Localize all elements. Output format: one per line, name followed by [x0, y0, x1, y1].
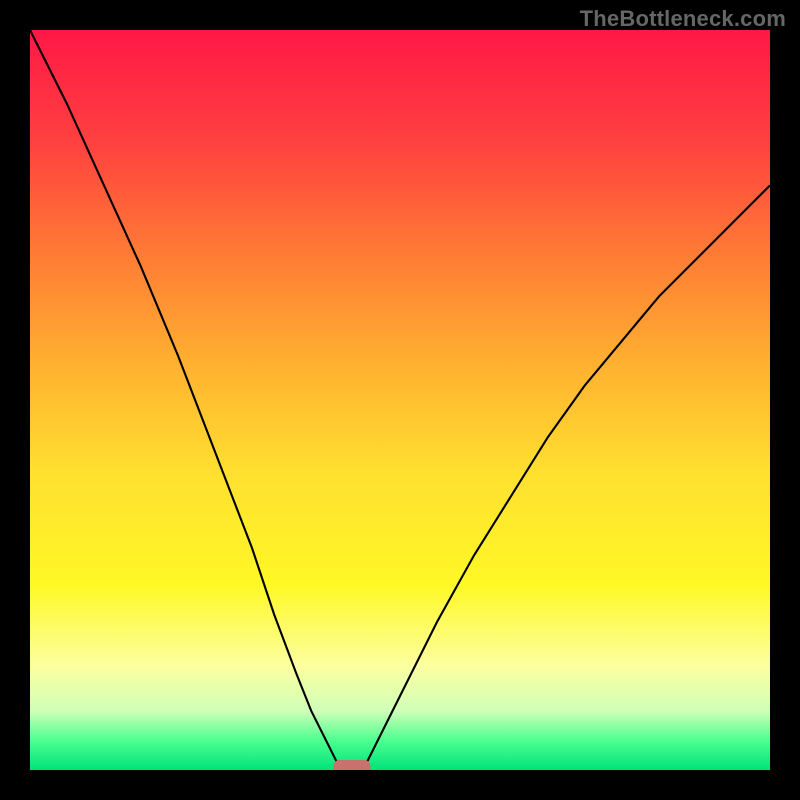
chart-frame: TheBottleneck.com	[0, 0, 800, 800]
curve-right-branch	[363, 185, 770, 770]
plot-area	[30, 30, 770, 770]
curve-left-branch	[30, 30, 341, 770]
curve-layer	[30, 30, 770, 770]
watermark-text: TheBottleneck.com	[580, 6, 786, 32]
minimum-marker	[333, 760, 370, 770]
